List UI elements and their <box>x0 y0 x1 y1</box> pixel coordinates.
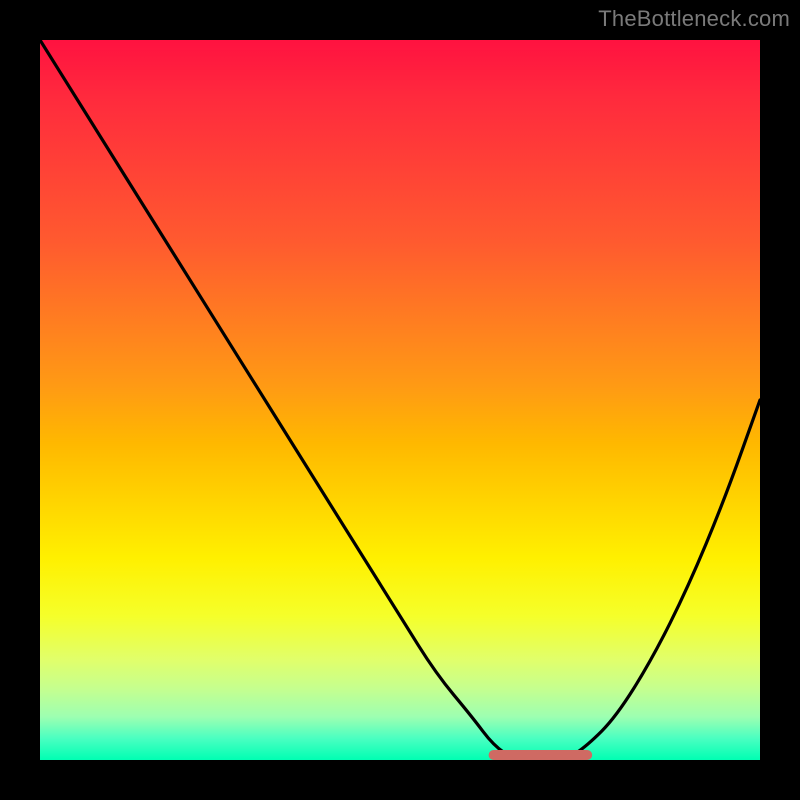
chart-frame: TheBottleneck.com <box>0 0 800 800</box>
watermark-text: TheBottleneck.com <box>598 6 790 32</box>
bottleneck-curve <box>40 40 760 760</box>
curve-layer <box>40 40 760 760</box>
